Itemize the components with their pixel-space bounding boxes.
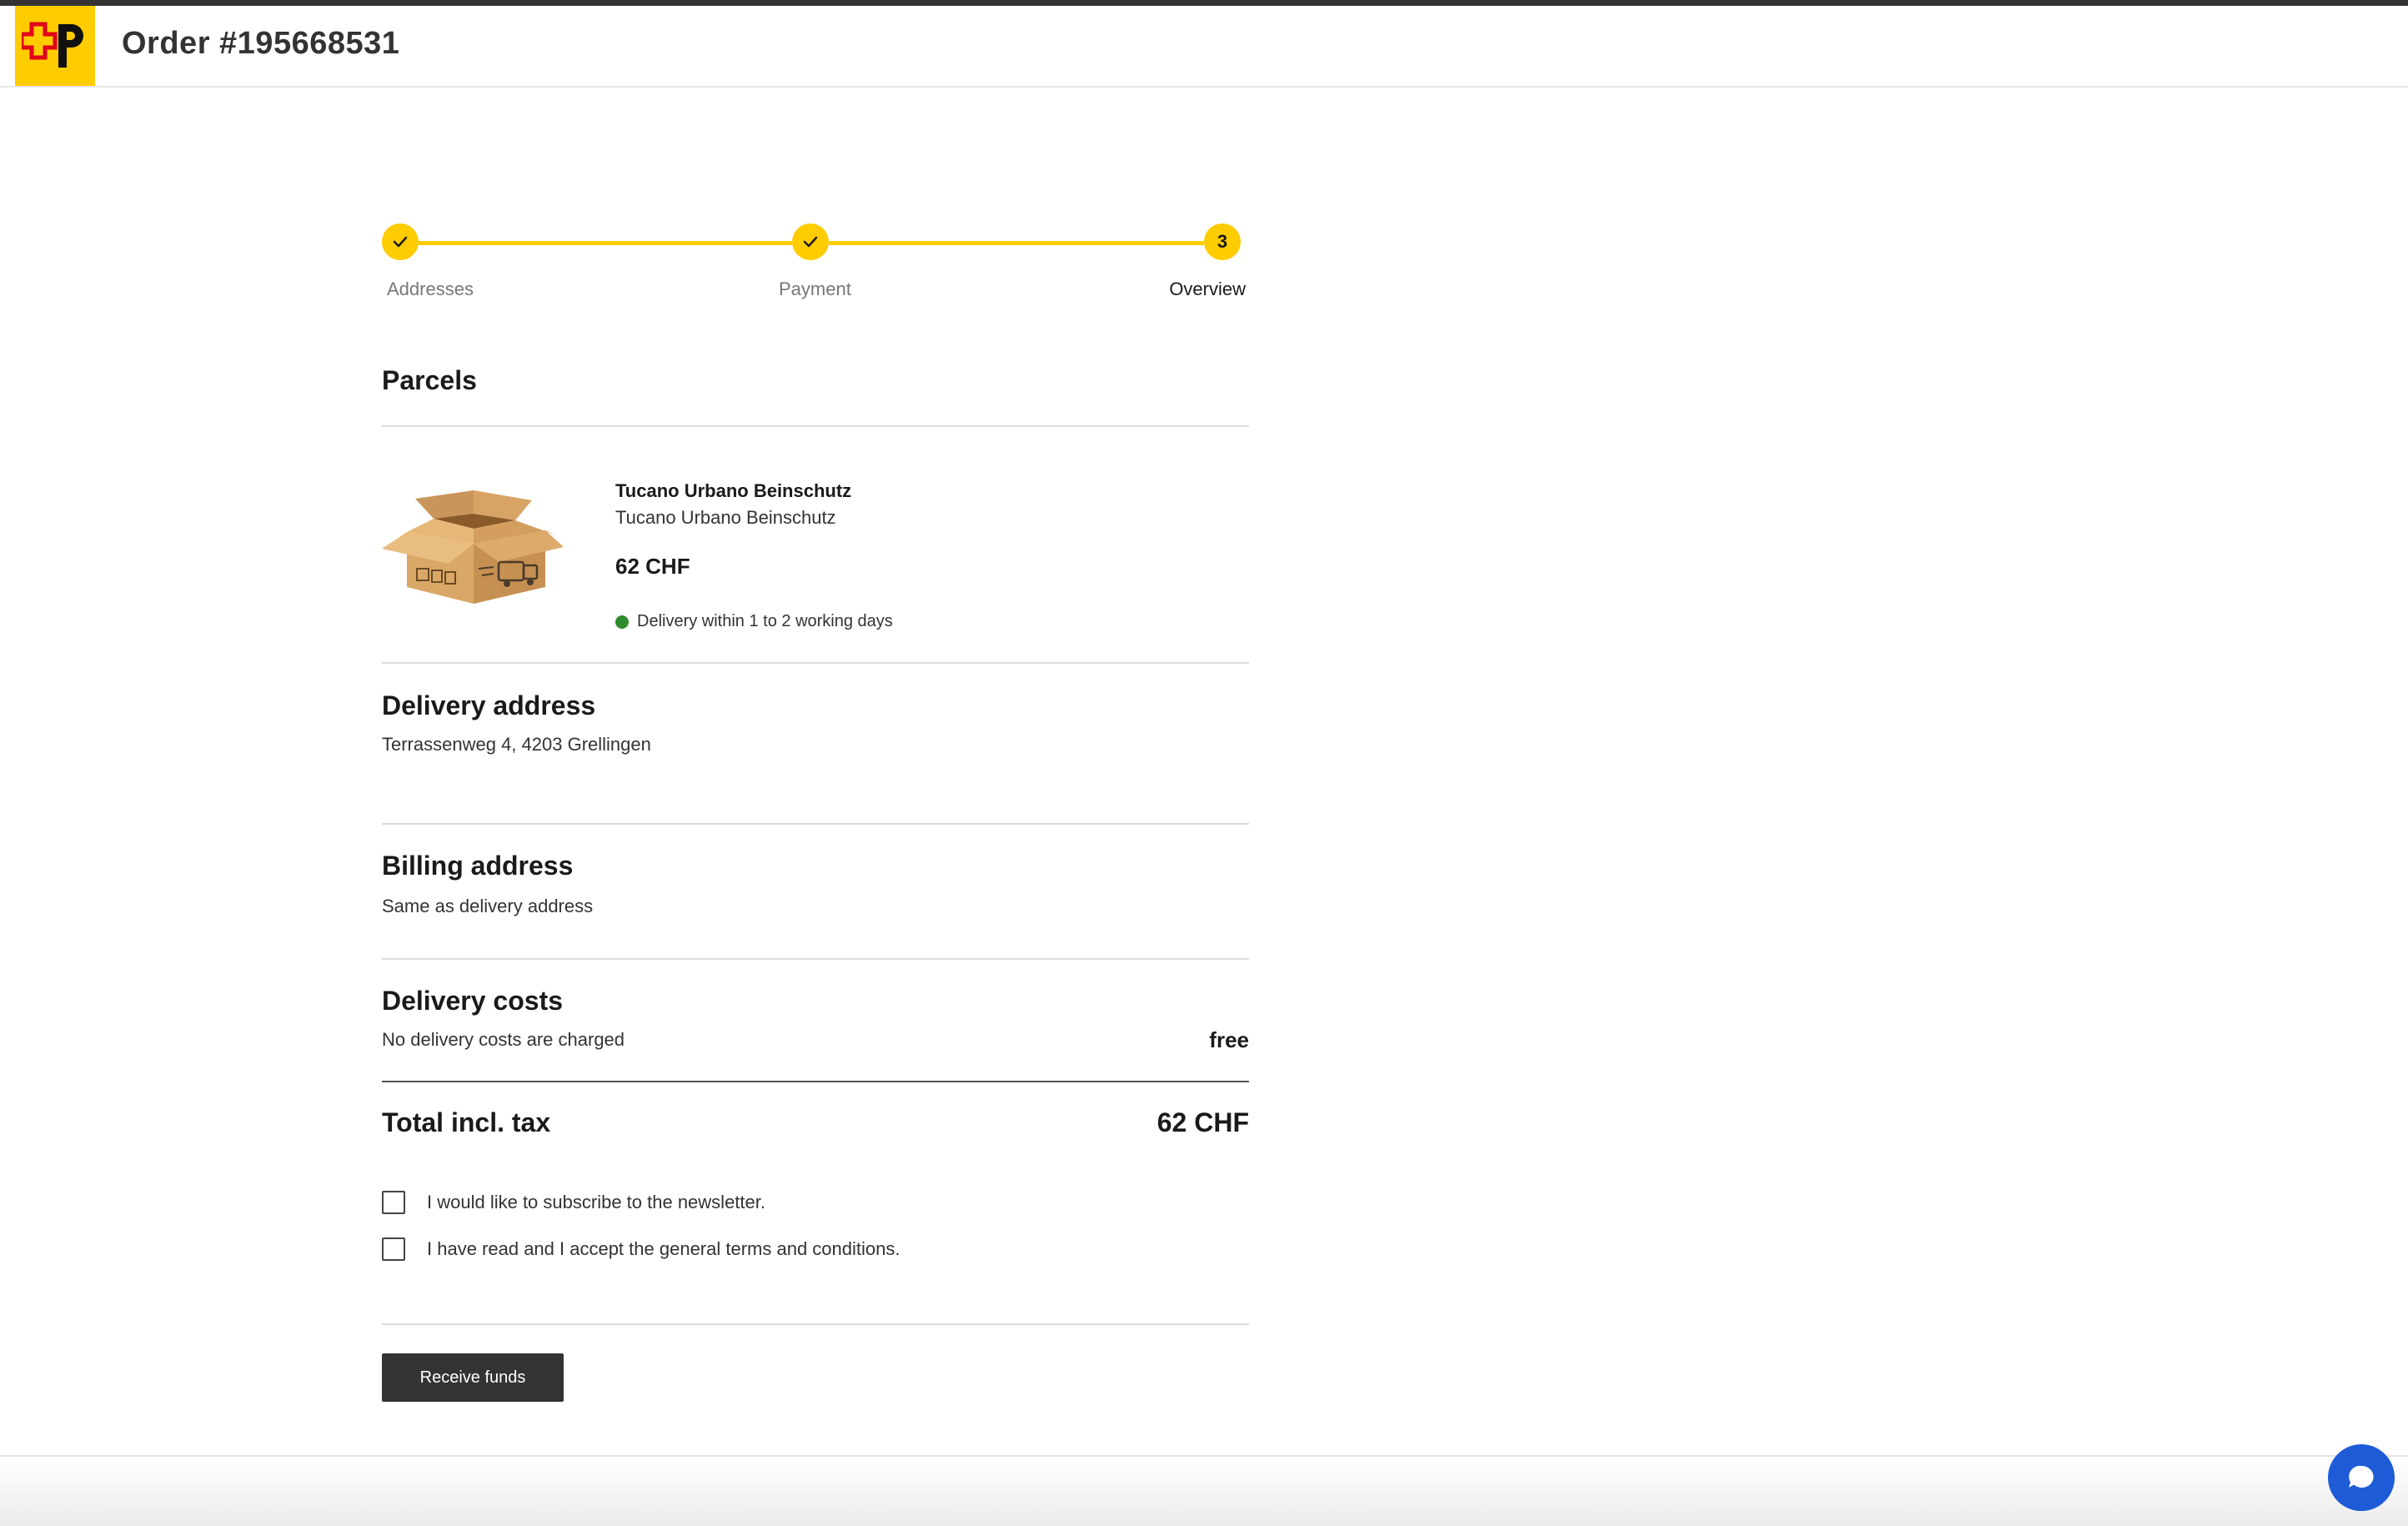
- total-label: Total incl. tax: [382, 1107, 551, 1137]
- top-strip: [0, 0, 2408, 6]
- step-connector: [419, 241, 792, 245]
- product-name: Tucano Urbano Beinschutz: [615, 480, 852, 501]
- delivery-estimate-text: Delivery within 1 to 2 working days: [637, 612, 893, 630]
- page-title: Order #195668531: [122, 26, 400, 61]
- total-amount: 62 CHF: [1156, 1107, 1249, 1137]
- receive-funds-button[interactable]: Receive funds: [382, 1353, 564, 1402]
- delivery-status-dot: [615, 615, 629, 629]
- billing-address-heading: Billing address: [382, 851, 574, 881]
- terms-label[interactable]: I have read and I accept the general ter…: [427, 1238, 900, 1260]
- delivery-costs-heading: Delivery costs: [382, 986, 564, 1016]
- delivery-costs-amount: free: [1209, 1027, 1249, 1052]
- checkout-stepper: 3 Addresses Payment Overview: [382, 223, 1249, 307]
- footer: [0, 1457, 2408, 1526]
- parcel-box-image: [382, 490, 564, 604]
- billing-address-value: Same as delivery address: [382, 896, 594, 916]
- divider: [382, 1081, 1249, 1082]
- step-payment-label[interactable]: Payment: [779, 279, 851, 300]
- product-price: 62 CHF: [615, 554, 690, 579]
- delivery-estimate: Delivery within 1 to 2 working days: [615, 612, 893, 631]
- swiss-post-logo-icon: [22, 22, 83, 68]
- divider: [382, 425, 1249, 427]
- chat-button[interactable]: [2328, 1444, 2395, 1511]
- header: Order #195668531: [0, 6, 2408, 88]
- delivery-address-heading: Delivery address: [382, 690, 596, 720]
- swiss-post-logo[interactable]: [15, 6, 95, 86]
- delivery-costs-note: No delivery costs are charged: [382, 1029, 625, 1050]
- divider: [382, 1323, 1249, 1325]
- step-overview-indicator: 3: [1204, 223, 1241, 260]
- step-connector: [829, 241, 1204, 245]
- newsletter-label[interactable]: I would like to subscribe to the newslet…: [427, 1192, 765, 1213]
- chat-bubble-icon: [2349, 1465, 2374, 1488]
- step-overview-label: Overview: [1169, 279, 1246, 299]
- divider: [382, 823, 1249, 825]
- divider: [382, 662, 1249, 664]
- check-icon: [803, 236, 818, 248]
- product-subtitle: Tucano Urbano Beinschutz: [615, 507, 836, 528]
- step-addresses-indicator[interactable]: [382, 223, 419, 260]
- step-addresses-label[interactable]: Addresses: [387, 279, 474, 300]
- step-payment-indicator[interactable]: [792, 223, 829, 260]
- delivery-address-value: Terrassenweg 4, 4203 Grellingen: [382, 734, 651, 755]
- newsletter-checkbox[interactable]: [382, 1191, 405, 1214]
- parcels-heading: Parcels: [382, 365, 477, 395]
- terms-checkbox[interactable]: [382, 1237, 405, 1261]
- divider: [382, 958, 1249, 960]
- check-icon: [393, 236, 408, 248]
